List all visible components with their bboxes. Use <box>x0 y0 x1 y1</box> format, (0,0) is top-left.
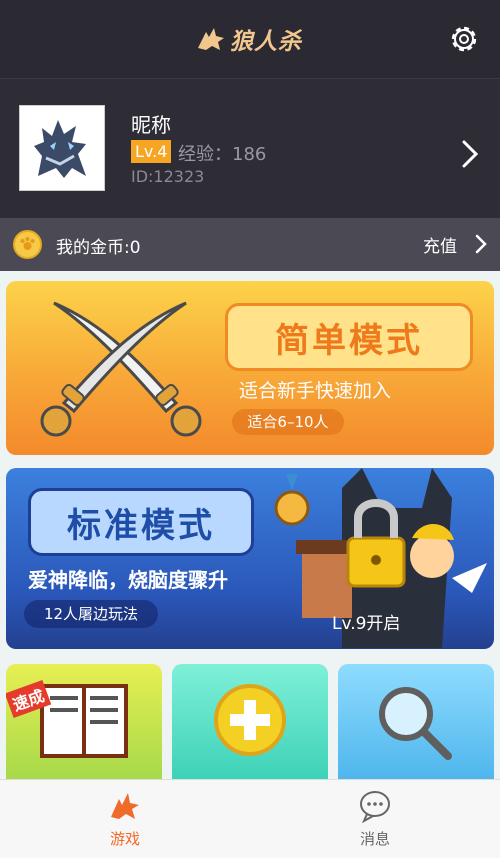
unlock-level-text: Lv.9开启 <box>332 614 401 634</box>
standard-mode-title: 标准模式 <box>67 505 215 546</box>
tab-messages-label: 消息 <box>359 830 390 848</box>
profile-section[interactable]: 昵称 Lv.4 经验：186 ID:12323 <box>0 78 500 218</box>
search-room-card[interactable] <box>338 664 494 779</box>
coin-icon <box>13 230 42 259</box>
search-icon <box>379 687 452 760</box>
recharge-button[interactable]: 充值 <box>423 232 457 257</box>
create-room-card[interactable] <box>172 664 328 779</box>
chevron-right-icon[interactable] <box>474 233 488 255</box>
coin-bar: 我的金币:0 充值 <box>0 218 500 271</box>
chat-bubble-icon <box>360 791 390 823</box>
plus-icon <box>214 684 286 756</box>
user-id: ID:12323 <box>131 167 205 186</box>
chevron-right-icon[interactable] <box>459 139 481 169</box>
nickname: 昵称 <box>131 113 171 137</box>
standard-mode-subtitle: 爱神降临，烧脑度骤升 <box>28 568 228 592</box>
easy-mode-title-plate: 简单模式 <box>225 303 473 371</box>
wolf-tab-icon <box>111 793 139 819</box>
experience-text: 经验：186 <box>178 144 267 165</box>
tab-messages[interactable]: 消息 <box>250 780 500 858</box>
app-title: 狼人杀 <box>230 28 302 55</box>
tab-game[interactable]: 游戏 <box>0 780 250 858</box>
wolf-logo-icon <box>198 28 224 50</box>
top-header: 狼人杀 <box>0 0 500 78</box>
werewolf-avatar-icon <box>34 120 86 178</box>
standard-mode-card[interactable]: 标准模式 爱神降临，烧脑度骤升 12人屠边玩法 Lv.9开启 <box>6 468 494 649</box>
easy-mode-players: 适合6–10人 <box>232 409 344 435</box>
coin-balance: 我的金币:0 <box>56 238 141 258</box>
standard-mode-title-plate: 标准模式 <box>28 488 254 556</box>
tab-game-label: 游戏 <box>109 830 140 848</box>
rulebook-card[interactable]: 速成 <box>6 664 162 779</box>
crossed-swords-icon <box>40 301 202 437</box>
standard-mode-players: 12人屠边玩法 <box>24 600 158 628</box>
avatar[interactable] <box>19 105 105 191</box>
app-logo: 狼人杀 <box>196 22 316 56</box>
easy-mode-subtitle: 适合新手快速加入 <box>239 380 392 402</box>
easy-mode-card[interactable]: 简单模式 适合新手快速加入 适合6–10人 <box>6 281 494 455</box>
easy-mode-title: 简单模式 <box>275 320 423 361</box>
level-badge: Lv.4 <box>131 140 172 163</box>
bottom-tab-bar: 游戏 消息 <box>0 779 500 858</box>
gear-icon[interactable] <box>447 22 481 56</box>
rulebook-icon <box>40 684 128 758</box>
